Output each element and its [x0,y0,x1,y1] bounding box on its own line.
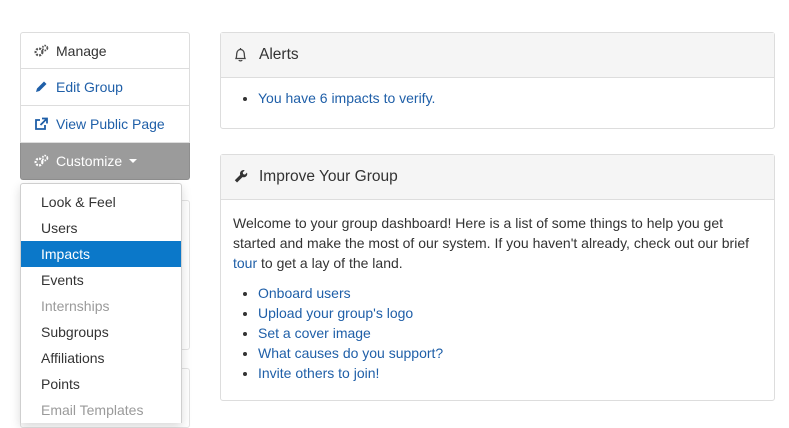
alerts-panel-body: You have 6 impacts to verify. [221,78,774,118]
menu-item-subgroups[interactable]: Subgroups [21,319,181,345]
alerts-panel: Alerts You have 6 impacts to verify. [220,32,775,129]
customize-dropdown-button[interactable]: Customize [20,143,190,180]
pencil-icon [34,80,52,94]
alerts-panel-heading: Alerts [221,33,774,78]
sidebar-item-view-public-page[interactable]: View Public Page [20,106,190,143]
list-item: Invite others to join! [258,363,762,383]
sidebar-item-manage[interactable]: Manage [20,32,190,69]
gears-icon [34,44,52,58]
upload-logo-link[interactable]: Upload your group's logo [258,305,413,321]
sidebar-item-label: Customize [56,153,123,169]
welcome-text: Welcome to your group dashboard! Here is… [233,215,750,271]
tour-link[interactable]: tour [233,255,257,271]
sidebar-item-label: View Public Page [56,116,165,132]
external-link-icon [34,117,52,131]
wrench-icon [233,169,251,185]
menu-item-users[interactable]: Users [21,215,181,241]
invite-others-link[interactable]: Invite others to join! [258,365,379,381]
menu-item-look-and-feel[interactable]: Look & Feel [21,189,181,215]
sidebar-nav: Manage Edit Group View Public Page Custo… [20,32,190,180]
menu-item-points[interactable]: Points [21,371,181,397]
verify-impacts-link[interactable]: You have 6 impacts to verify. [258,90,435,106]
sidebar-item-edit-group[interactable]: Edit Group [20,69,190,106]
set-cover-image-link[interactable]: Set a cover image [258,325,371,341]
panel-title: Alerts [259,46,299,63]
list-item: Set a cover image [258,323,762,343]
menu-item-impacts[interactable]: Impacts [21,241,181,267]
bell-icon [233,47,251,63]
causes-support-link[interactable]: What causes do you support? [258,345,443,361]
menu-item-events[interactable]: Events [21,267,181,293]
list-item: Onboard users [258,283,762,303]
sidebar-item-label: Edit Group [56,79,123,95]
list-item: Upload your group's logo [258,303,762,323]
panel-title: Improve Your Group [259,168,398,185]
gears-icon [34,154,52,168]
improve-list: Onboard users Upload your group's logo S… [233,283,762,383]
improve-panel-heading: Improve Your Group [221,155,774,200]
onboard-users-link[interactable]: Onboard users [258,285,351,301]
improve-panel-body: Welcome to your group dashboard! Here is… [221,200,774,393]
menu-item-affiliations[interactable]: Affiliations [21,345,181,371]
list-item: You have 6 impacts to verify. [258,88,762,108]
customize-dropdown-menu: Look & Feel Users Impacts Events Interns… [20,183,182,423]
alerts-list: You have 6 impacts to verify. [233,88,762,108]
menu-item-internships: Internships [41,298,110,314]
sidebar-item-label: Manage [56,42,107,59]
caret-down-icon [129,159,138,163]
improve-group-panel: Improve Your Group Welcome to your group… [220,154,775,401]
menu-item-email-templates: Email Templates [41,402,144,418]
list-item: What causes do you support? [258,343,762,363]
